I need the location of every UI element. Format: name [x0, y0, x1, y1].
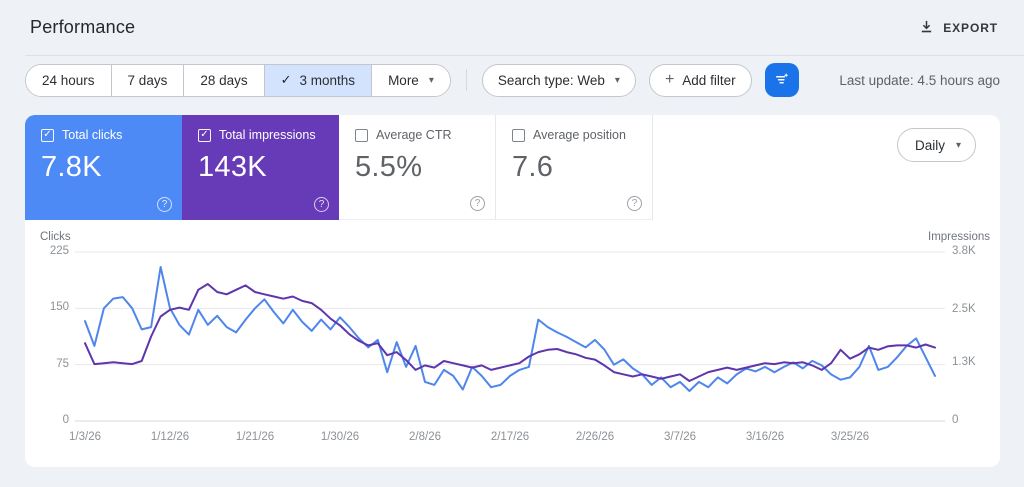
search-type-label: Search type: Web [497, 72, 605, 88]
export-label: EXPORT [943, 20, 998, 35]
last-update-text: Last update: 4.5 hours ago [839, 72, 1000, 88]
range-label: 7 days [127, 72, 168, 88]
x-tick-label: 3/25/26 [830, 431, 870, 443]
y-tick-label: 75 [56, 357, 69, 370]
x-tick-label: 2/26/26 [575, 431, 615, 443]
chart-plot [75, 251, 945, 422]
date-range-group: 24 hours 7 days 28 days ✓ 3 months More … [25, 63, 451, 97]
x-tick-label: 2/17/26 [490, 431, 530, 443]
range-label: 28 days [200, 72, 248, 88]
range-label: 3 months [299, 72, 356, 88]
left-axis-title: Clicks [40, 231, 71, 243]
filter-sparkle-icon [773, 70, 791, 91]
page-title: Performance [30, 17, 136, 37]
checkmark-icon: ✓ [280, 72, 292, 87]
more-label: More [388, 72, 419, 88]
range-chip-28-days[interactable]: 28 days [184, 64, 265, 96]
y-tick-label: 1.3K [952, 356, 976, 369]
performance-chart: Clicks Impressions 0 75 150 225 0 1.3K 2.5K 3.… [25, 115, 1000, 467]
x-tick-label: 1/30/26 [320, 431, 360, 443]
x-tick-label: 3/16/26 [745, 431, 785, 443]
x-tick-label: 2/8/26 [409, 431, 441, 443]
x-tick-label: 3/7/26 [664, 431, 696, 443]
download-icon [919, 19, 934, 37]
range-chip-24-hours[interactable]: 24 hours [26, 64, 112, 96]
x-tick-label: 1/12/26 [150, 431, 190, 443]
right-axis-title: Impressions [928, 231, 990, 243]
export-button[interactable]: EXPORT [919, 19, 998, 37]
toolbar-divider [465, 69, 467, 91]
chevron-down-icon: ▾ [614, 74, 620, 86]
y-tick-label: 225 [49, 245, 69, 257]
header-divider [25, 55, 1024, 56]
add-filter-label: Add filter [682, 72, 736, 88]
more-ranges-chip[interactable]: More ▾ [372, 64, 450, 96]
page-header: Performance EXPORT [0, 0, 1024, 55]
filter-toolbar: 24 hours 7 days 28 days ✓ 3 months More … [25, 63, 1000, 97]
filter-settings-button[interactable] [764, 63, 799, 97]
y-tick-label: 0 [62, 414, 69, 426]
x-tick-label: 1/21/26 [235, 431, 275, 443]
range-chip-3-months[interactable]: ✓ 3 months [264, 64, 373, 96]
chevron-down-icon: ▾ [428, 74, 434, 86]
plus-icon: + [664, 71, 675, 88]
range-label: 24 hours [42, 72, 95, 88]
x-tick-label: 1/3/26 [69, 431, 101, 443]
range-chip-7-days[interactable]: 7 days [111, 64, 185, 96]
search-type-chip[interactable]: Search type: Web ▾ [481, 63, 636, 97]
y-tick-label: 150 [49, 301, 69, 314]
add-filter-chip[interactable]: + Add filter [648, 63, 752, 97]
y-tick-label: 3.8K [952, 245, 976, 257]
y-tick-label: 2.5K [952, 302, 976, 315]
y-tick-label: 0 [952, 414, 959, 426]
performance-panel: ✓ Total clicks 7.8K ? ✓ Total impression… [25, 115, 1000, 467]
